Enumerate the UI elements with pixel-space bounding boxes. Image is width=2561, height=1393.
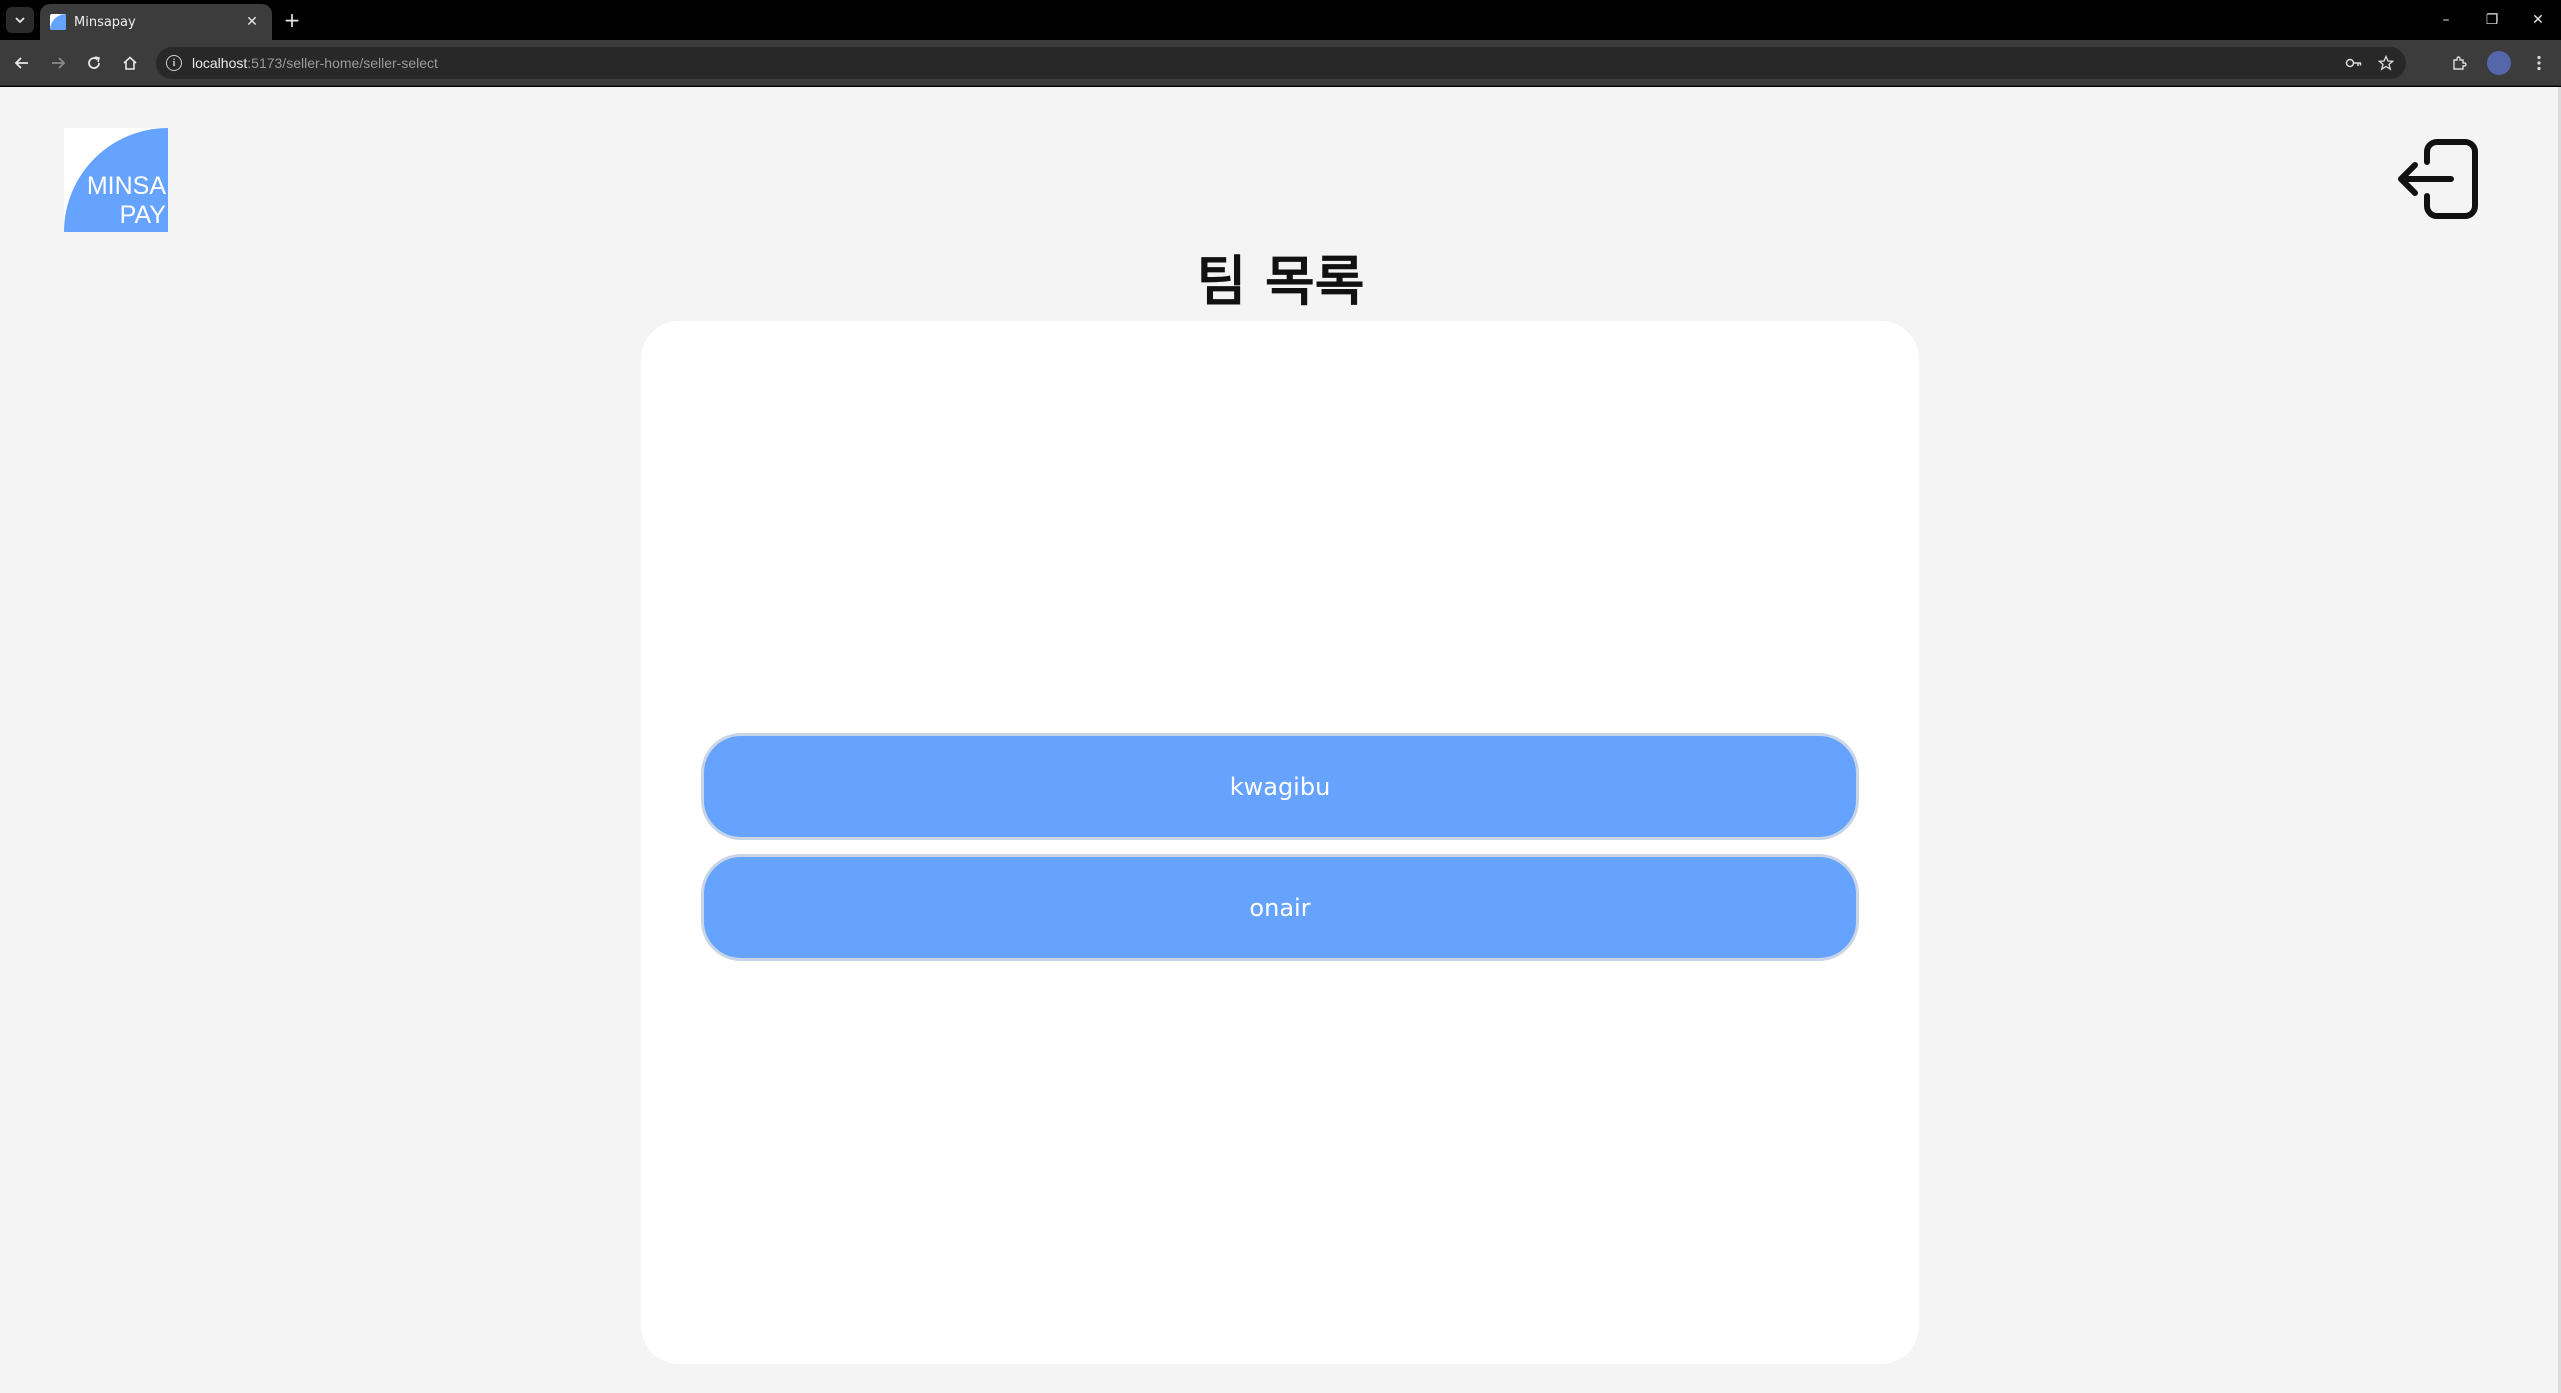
home-icon: [123, 56, 137, 70]
minsapay-logo[interactable]: MINSA PAY: [64, 128, 168, 232]
logout-icon: [2398, 139, 2478, 219]
tab-title: Minsapay: [74, 14, 136, 30]
browser-tabbar: Minsapay ✕ + – ❐ ✕: [0, 0, 2561, 40]
extensions-puzzle-icon[interactable]: [2445, 49, 2473, 77]
minimize-button[interactable]: –: [2423, 0, 2469, 40]
site-info-icon[interactable]: i: [166, 55, 182, 71]
tab-close-button[interactable]: ✕: [242, 12, 262, 32]
seller-select-page: MINSA PAY 팀 목록 kwagibu onair: [0, 87, 2561, 1393]
browser-tab-active[interactable]: Minsapay ✕: [40, 4, 272, 40]
home-button[interactable]: [116, 49, 144, 77]
kebab-menu-icon[interactable]: [2525, 49, 2553, 77]
team-button-onair[interactable]: onair: [701, 854, 1859, 961]
url-host: localhost: [192, 55, 248, 71]
reload-icon: [88, 56, 100, 69]
team-list: kwagibu onair: [701, 733, 1859, 961]
address-bar-actions: [2344, 53, 2396, 73]
team-list-card: kwagibu onair: [641, 321, 1919, 1364]
team-button-kwagibu[interactable]: kwagibu: [701, 733, 1859, 840]
forward-button[interactable]: [44, 49, 72, 77]
password-key-icon[interactable]: [2344, 53, 2364, 73]
address-bar[interactable]: i localhost:5173/seller-home/seller-sele…: [156, 47, 2406, 79]
restore-button[interactable]: ❐: [2469, 0, 2515, 40]
back-button[interactable]: [8, 49, 36, 77]
minsapay-favicon-icon: [50, 14, 66, 30]
arrow-right-icon: [52, 57, 66, 69]
arrow-left-icon: [14, 57, 28, 69]
toolbar-actions: [2445, 49, 2553, 77]
url-path: :5173/seller-home/seller-select: [247, 55, 438, 71]
reload-button[interactable]: [80, 49, 108, 77]
close-window-button[interactable]: ✕: [2515, 0, 2561, 40]
page-title: 팀 목록: [1196, 250, 1365, 313]
window-controls: – ❐ ✕: [2423, 0, 2561, 40]
tab-search-button[interactable]: [6, 7, 34, 33]
logo-text: MINSA PAY: [87, 172, 166, 230]
browser-toolbar: i localhost:5173/seller-home/seller-sele…: [0, 40, 2561, 86]
url-text: localhost:5173/seller-home/seller-select: [192, 55, 438, 71]
logout-button[interactable]: [2395, 134, 2481, 224]
profile-avatar[interactable]: [2487, 51, 2511, 75]
logo-line-1: MINSA: [86, 172, 166, 200]
bookmark-star-icon[interactable]: [2376, 53, 2396, 73]
logo-line-2: PAY: [119, 201, 166, 229]
chevron-down-icon: [15, 17, 25, 24]
new-tab-button[interactable]: +: [280, 8, 304, 32]
